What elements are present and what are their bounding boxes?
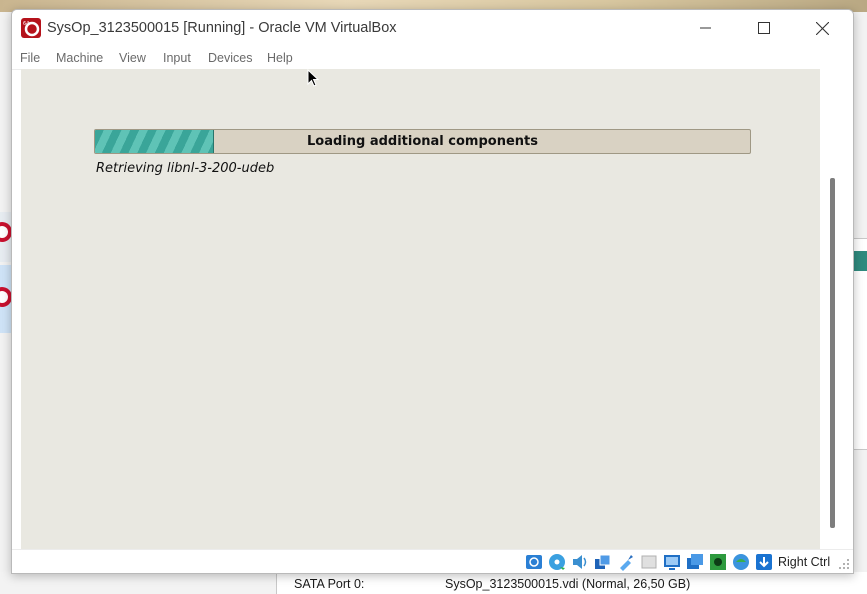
menu-file[interactable]: File (20, 51, 40, 65)
menu-view[interactable]: View (119, 51, 146, 65)
svg-text:64: 64 (23, 21, 29, 27)
maximize-button[interactable] (735, 10, 793, 46)
minimize-icon (700, 27, 711, 29)
menu-devices[interactable]: Devices (208, 51, 252, 65)
scrollbar[interactable] (830, 178, 835, 528)
close-icon (815, 21, 829, 35)
recording-icon[interactable] (709, 553, 727, 571)
host-key-label[interactable]: Right Ctrl (778, 555, 830, 569)
manager-details-bar: SATA Port 0: SysOp_3123500015.vdi (Norma… (0, 572, 867, 594)
virtualbox-logo-icon: 64 (21, 18, 41, 38)
audio-icon[interactable] (571, 553, 589, 571)
minimize-button[interactable] (677, 10, 735, 46)
vm-window: 64 SysOp_3123500015 [Running] - Oracle V… (11, 9, 854, 574)
window-title: SysOp_3123500015 [Running] - Oracle VM V… (47, 20, 397, 36)
status-text: Retrieving libnl-3-200-udeb (96, 161, 275, 176)
video-capture-icon[interactable] (686, 553, 704, 571)
menu-help[interactable]: Help (267, 51, 293, 65)
storage-disk-value: SysOp_3123500015.vdi (Normal, 26,50 GB) (445, 577, 691, 591)
menu-machine[interactable]: Machine (56, 51, 103, 65)
progress-label: Loading additional components (307, 134, 538, 149)
hard-disk-icon[interactable] (525, 553, 543, 571)
mouse-pointer-icon (307, 69, 319, 87)
close-button[interactable] (793, 10, 851, 46)
resize-grip-icon[interactable] (838, 558, 850, 570)
menu-bar: File Machine View Input Devices Help (12, 46, 853, 70)
keyboard-capture-icon[interactable] (755, 553, 773, 571)
progress-bar: Loading additional components (94, 129, 751, 154)
guest-display[interactable]: Loading additional components Retrieving… (21, 69, 820, 549)
storage-port-label: SATA Port 0: (294, 577, 365, 591)
menu-input[interactable]: Input (163, 51, 191, 65)
status-bar: Right Ctrl (12, 549, 853, 573)
storage-info: SATA Port 0: SysOp_3123500015.vdi (Norma… (276, 572, 867, 594)
title-bar[interactable]: 64 SysOp_3123500015 [Running] - Oracle V… (12, 10, 853, 46)
maximize-icon (758, 22, 770, 34)
shared-folders-icon[interactable] (640, 553, 658, 571)
optical-drive-icon[interactable] (548, 553, 566, 571)
network-icon[interactable] (594, 553, 612, 571)
display-icon[interactable] (663, 553, 681, 571)
cpu-icon[interactable] (732, 553, 750, 571)
display-gutter (820, 69, 853, 549)
usb-icon[interactable] (617, 553, 635, 571)
